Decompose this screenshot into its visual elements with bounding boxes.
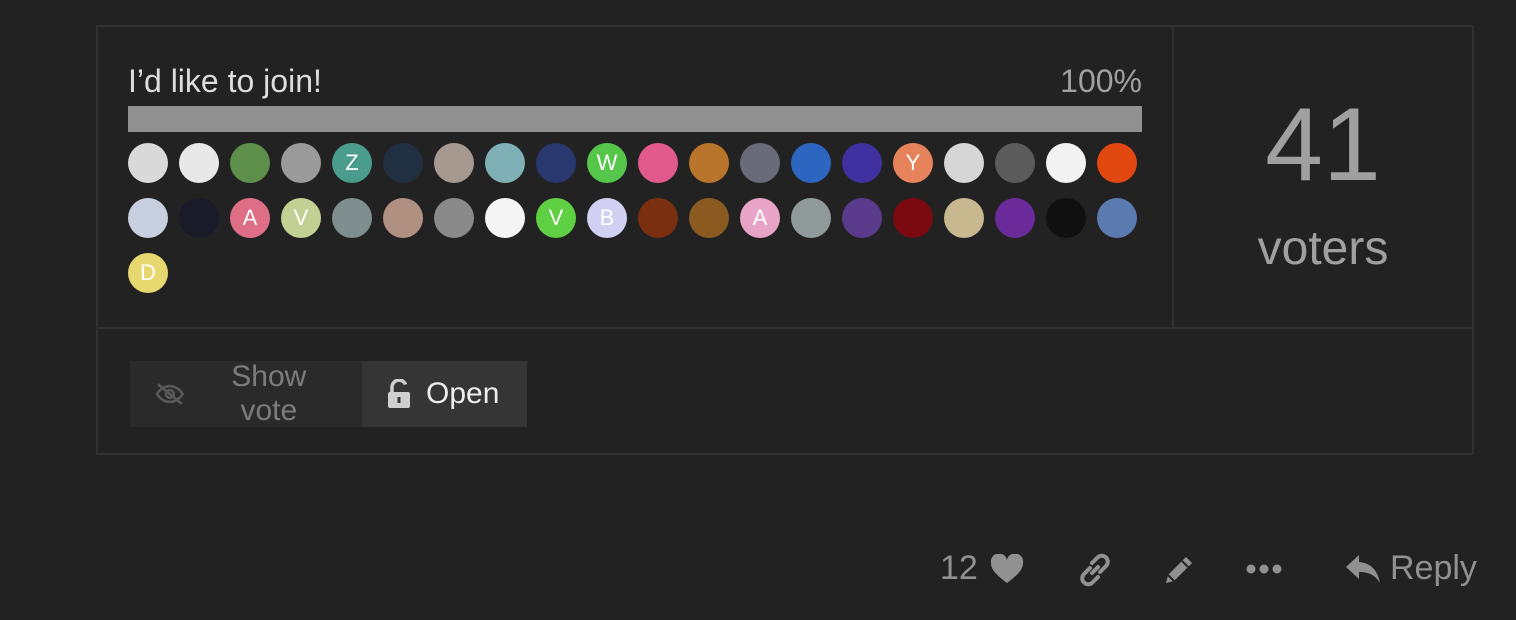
voter-avatar[interactable]: B (587, 198, 627, 238)
voter-avatar[interactable] (689, 198, 729, 238)
voter-avatar[interactable] (485, 198, 525, 238)
voter-avatar[interactable] (383, 143, 423, 183)
voter-avatar[interactable] (638, 143, 678, 183)
voter-avatar[interactable] (1046, 143, 1086, 183)
voter-avatar[interactable] (128, 143, 168, 183)
voter-avatar[interactable]: V (536, 198, 576, 238)
voter-avatar[interactable]: A (230, 198, 270, 238)
open-label: Open (426, 377, 500, 410)
voter-avatar[interactable] (383, 198, 423, 238)
heart-icon (990, 553, 1023, 583)
voter-avatar[interactable] (995, 143, 1035, 183)
more-icon (1246, 564, 1282, 574)
voter-avatar[interactable]: W (587, 143, 627, 183)
voter-avatar[interactable]: A (740, 198, 780, 238)
voter-avatar[interactable] (1097, 198, 1137, 238)
edit-button[interactable] (1162, 553, 1196, 587)
voter-avatar[interactable] (944, 143, 984, 183)
voter-avatar[interactable]: D (128, 253, 168, 293)
voter-avatar[interactable] (485, 143, 525, 183)
voter-avatar[interactable] (944, 198, 984, 238)
poll-controls: Show vote Open (130, 360, 527, 427)
poll-option-percent: 100% (1060, 63, 1142, 99)
voters-count: 41 (1265, 87, 1381, 203)
voter-avatar[interactable]: Z (332, 143, 372, 183)
show-vote-button[interactable]: Show vote (130, 360, 362, 427)
more-actions-button[interactable] (1246, 559, 1282, 579)
poll-container: I’d like to join! 100% ZWYAVVBAD 41 vote… (96, 25, 1474, 455)
poll-option-label: I’d like to join! (128, 63, 322, 99)
post-actions: 12 Reply (0, 545, 1516, 595)
voter-avatar[interactable] (740, 143, 780, 183)
voter-avatar[interactable] (842, 143, 882, 183)
voter-avatar[interactable] (230, 143, 270, 183)
voter-avatar[interactable] (281, 143, 321, 183)
link-icon (1080, 553, 1110, 587)
voters-label: voters (1257, 222, 1389, 275)
unlock-icon (388, 379, 410, 408)
voter-avatar[interactable] (791, 198, 831, 238)
reply-button[interactable]: Reply (1344, 549, 1477, 588)
like-button[interactable]: 12 (940, 549, 1024, 588)
eye-slash-icon (155, 383, 185, 405)
voter-avatar[interactable] (1097, 143, 1137, 183)
voter-avatar[interactable] (179, 143, 219, 183)
voter-avatars: ZWYAVVBAD (128, 143, 1158, 308)
voter-avatar[interactable]: V (281, 198, 321, 238)
pencil-icon (1166, 557, 1192, 583)
show-vote-label: Show vote (231, 360, 307, 427)
like-count: 12 (940, 549, 978, 587)
poll-info: 41 voters (1174, 27, 1472, 329)
voter-avatar[interactable] (434, 198, 474, 238)
open-button[interactable]: Open (362, 361, 527, 427)
voter-avatar[interactable] (332, 198, 372, 238)
voter-avatar[interactable] (689, 143, 729, 183)
voter-avatar[interactable] (995, 198, 1035, 238)
poll-results: I’d like to join! 100% ZWYAVVBAD (98, 27, 1174, 329)
voter-avatar[interactable] (128, 198, 168, 238)
voter-avatar[interactable] (791, 143, 831, 183)
voter-avatar[interactable] (638, 198, 678, 238)
poll-option-bar-fill (128, 106, 1142, 132)
voter-avatar[interactable]: Y (893, 143, 933, 183)
voter-avatar[interactable] (893, 198, 933, 238)
poll-option-bar (128, 106, 1142, 132)
voter-avatar[interactable] (1046, 198, 1086, 238)
voter-avatar[interactable] (842, 198, 882, 238)
voter-avatar[interactable] (179, 198, 219, 238)
copy-link-button[interactable] (1078, 553, 1112, 587)
voter-avatar[interactable] (536, 143, 576, 183)
reply-icon (1346, 554, 1380, 583)
voter-avatar[interactable] (434, 143, 474, 183)
reply-label: Reply (1390, 549, 1477, 587)
